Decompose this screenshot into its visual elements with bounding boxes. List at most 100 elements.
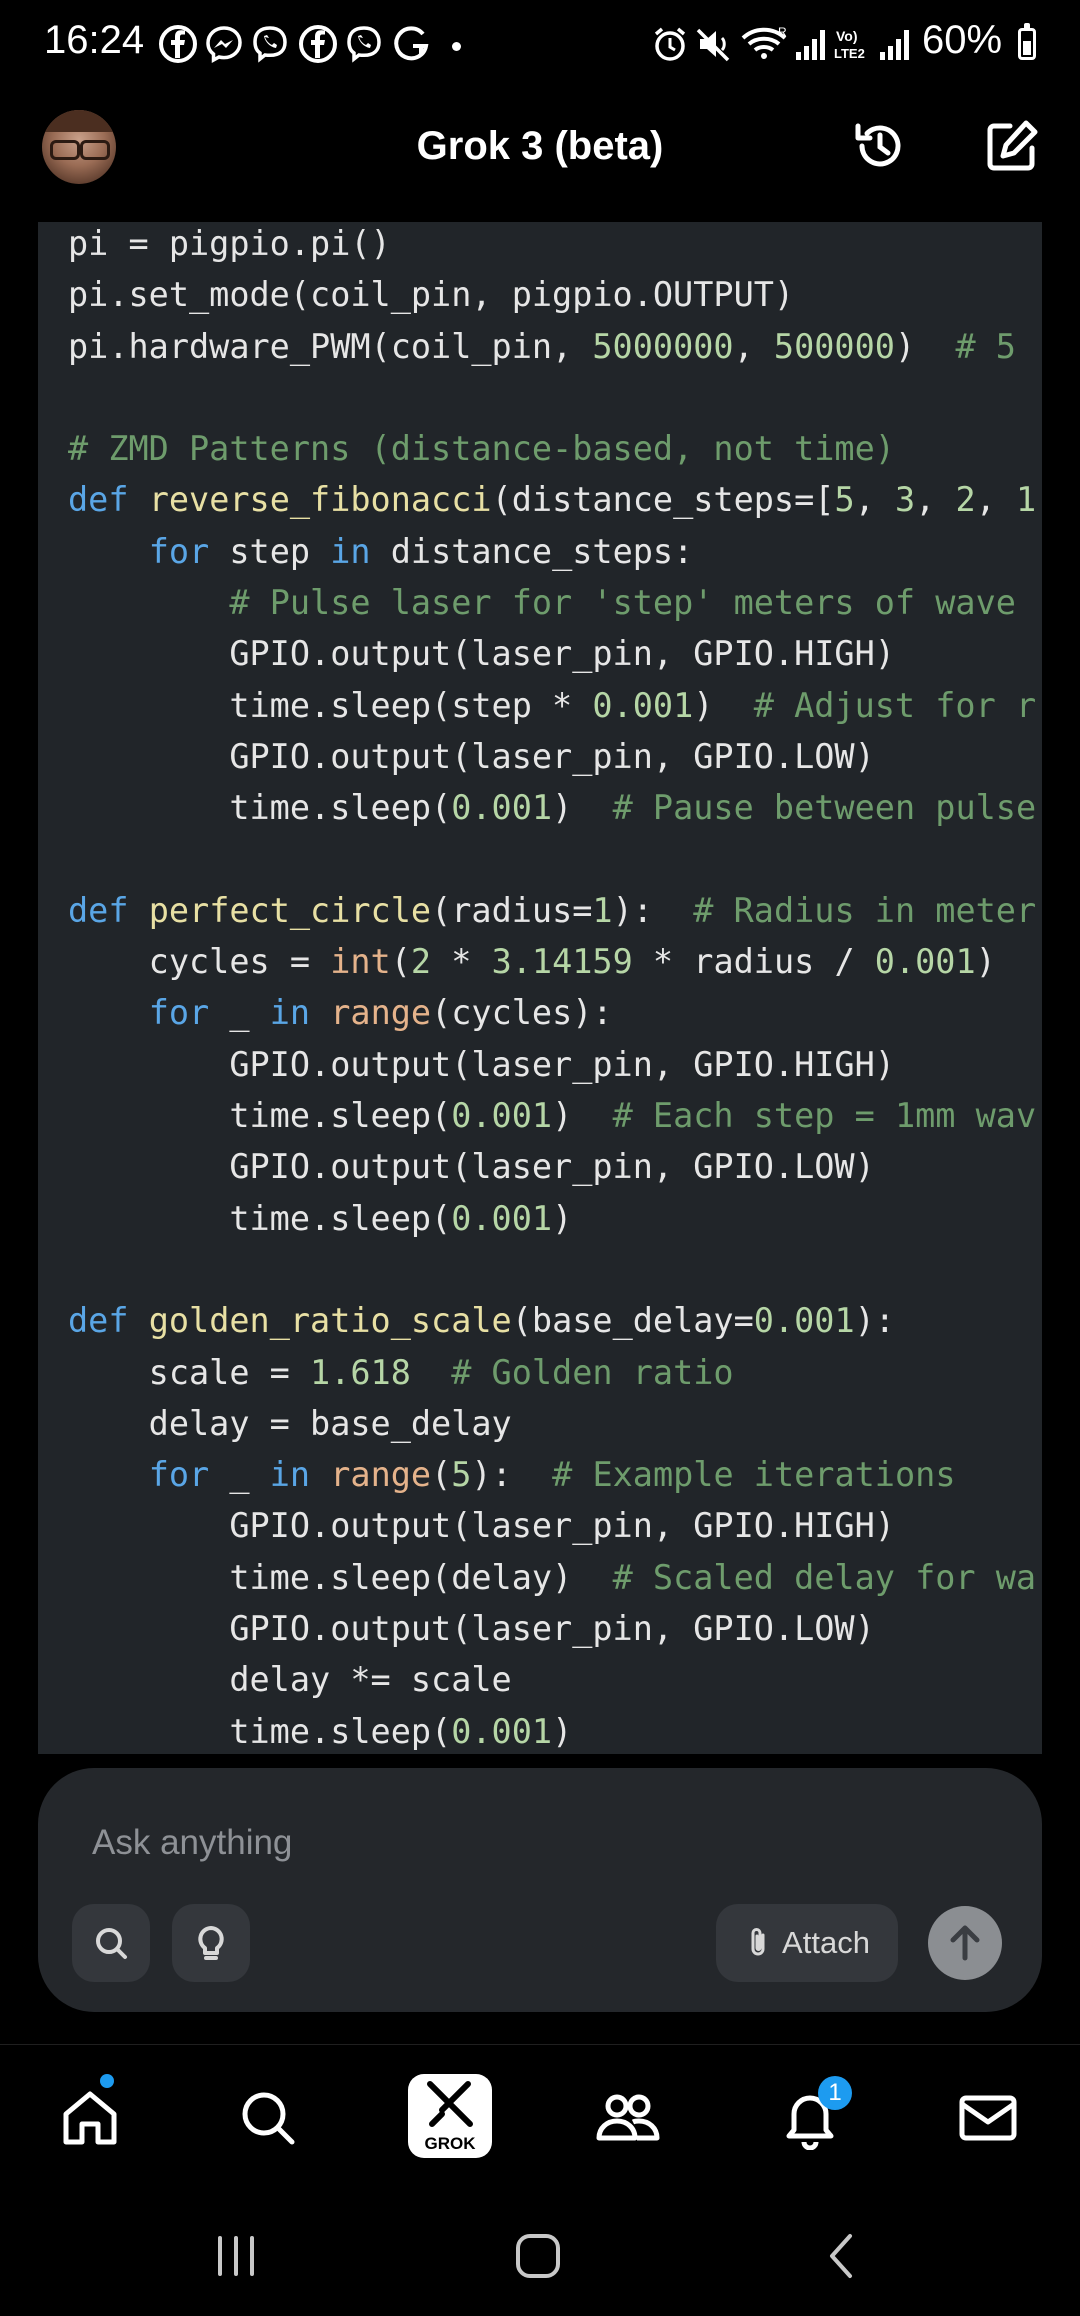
- code-token: *: [431, 942, 492, 982]
- code-token: GPIO.output(laser_pin, GPIO.LOW): [68, 1609, 875, 1649]
- code-block[interactable]: pi = pigpio.pi() pi.set_mode(coil_pin, pi…: [38, 222, 1042, 1754]
- code-token: cycles =: [68, 942, 331, 982]
- deepsearch-button[interactable]: [72, 1904, 150, 1982]
- code-token: GPIO.output(laser_pin, GPIO.LOW): [68, 736, 875, 776]
- code-line: GPIO.output(laser_pin, GPIO.HIGH): [68, 628, 1036, 679]
- code-token: time.sleep(: [68, 1198, 452, 1238]
- code-line: time.sleep(0.001) # Pause between pulse: [68, 782, 1036, 833]
- alarm-icon: [654, 27, 686, 61]
- code-token: # Adjust for r: [753, 685, 1037, 725]
- history-icon[interactable]: [852, 118, 908, 174]
- code-token: GPIO.output(laser_pin, GPIO.HIGH): [68, 1506, 895, 1546]
- code-token: def: [68, 890, 149, 930]
- communities-icon: [596, 2094, 660, 2141]
- code-token: 0.001: [451, 788, 553, 828]
- code-token: 500000: [773, 326, 895, 366]
- code-token: _: [209, 993, 270, 1033]
- code-token: 1: [1015, 480, 1037, 520]
- code-token: 0.001: [451, 1711, 553, 1751]
- messenger-icon: [206, 26, 242, 63]
- code-line: for _ in range(5): # Example iterations: [68, 1449, 1036, 1500]
- code-token: scale =: [68, 1352, 311, 1392]
- code-token: (base_delay=: [511, 1301, 754, 1341]
- mail-icon: [959, 2095, 1017, 2141]
- search-icon: [242, 2092, 295, 2145]
- code-line: scale = 1.618 # Golden ratio: [68, 1347, 1036, 1398]
- code-token: ,: [915, 480, 956, 520]
- send-button[interactable]: [928, 1906, 1002, 1980]
- nav-messages[interactable]: [948, 2078, 1028, 2158]
- code-token: distance_steps:: [370, 531, 694, 571]
- code-token: ): [552, 1198, 573, 1238]
- code-token: range: [330, 993, 432, 1033]
- code-token: time.sleep(: [68, 1096, 452, 1136]
- code-token: for: [148, 1455, 210, 1495]
- back-icon[interactable]: [812, 2226, 872, 2286]
- status-time: 16:24: [44, 18, 145, 62]
- mute-icon: [696, 28, 730, 62]
- recent-apps-icon[interactable]: [206, 2226, 266, 2286]
- bottom-nav: [0, 2044, 1080, 2235]
- code-line: GPIO.output(laser_pin, GPIO.HIGH): [68, 1500, 1036, 1551]
- search-icon: [96, 1928, 127, 1959]
- nav-search[interactable]: [228, 2078, 308, 2158]
- code-token: reverse_fibonacci: [148, 480, 492, 520]
- code-token: # Pulse laser for 'step' meters of wave: [229, 583, 1016, 623]
- code-line: def reverse_fibonacci(distance_steps=[5,…: [68, 474, 1036, 525]
- think-button[interactable]: [172, 1904, 250, 1982]
- code-token: time.sleep(: [68, 788, 452, 828]
- code-token: ):: [854, 1301, 895, 1341]
- new-chat-icon[interactable]: [984, 118, 1040, 174]
- code-token: step: [209, 531, 331, 571]
- ask-input[interactable]: [92, 1820, 692, 1866]
- battery-percent: 60%: [922, 18, 1003, 62]
- nav-home[interactable]: [50, 2078, 130, 2158]
- nav-communities[interactable]: [588, 2078, 668, 2158]
- code-content: pi = pigpio.pi() pi.set_mode(coil_pin, pi…: [68, 222, 1036, 1754]
- grammarly-icon: [394, 26, 429, 61]
- code-token: perfect_circle: [148, 890, 432, 930]
- code-token: golden_ratio_scale: [148, 1301, 512, 1341]
- code-token: ): [552, 1096, 613, 1136]
- code-token: 1: [592, 890, 613, 930]
- code-token: ,: [733, 326, 774, 366]
- code-token: 5: [834, 480, 855, 520]
- code-token: ,: [854, 480, 895, 520]
- code-line: GPIO.output(laser_pin, GPIO.LOW): [68, 731, 1036, 782]
- code-line: GPIO.output(laser_pin, GPIO.HIGH): [68, 1039, 1036, 1090]
- code-token: def: [68, 480, 149, 520]
- code-line: time.sleep(delay) # Scaled delay for wa: [68, 1552, 1036, 1603]
- code-token: in: [269, 1455, 311, 1495]
- code-token: in: [330, 531, 371, 571]
- code-token: 0.001: [451, 1198, 553, 1238]
- code-token: # ZMD Patterns (distance-based, not time…: [68, 429, 895, 469]
- attach-button[interactable]: Attach: [716, 1904, 898, 1982]
- code-token: ): [552, 1711, 573, 1751]
- grok-label: GROK: [424, 2134, 476, 2153]
- code-token: time.sleep(: [68, 1711, 452, 1751]
- code-token: delay *= scale: [68, 1660, 512, 1700]
- home-system-icon[interactable]: [508, 2226, 568, 2286]
- code-token: 3: [894, 480, 916, 520]
- code-token: GPIO.output(laser_pin, GPIO.HIGH): [68, 1044, 895, 1084]
- facebook-icon: [159, 25, 197, 63]
- svg-text:Vo): Vo): [836, 28, 858, 44]
- code-line: delay *= scale: [68, 1654, 1036, 1705]
- code-line: time.sleep(step * 0.001) # Adjust for r: [68, 680, 1036, 731]
- wifi-icon: R: [741, 25, 787, 59]
- code-line: pi = pigpio.pi(): [68, 222, 1036, 269]
- code-line: time.sleep(0.001): [68, 1706, 1036, 1754]
- battery-icon: [1018, 23, 1036, 60]
- code-token: (distance_steps=[: [491, 480, 835, 520]
- facebook-icon: [299, 25, 337, 63]
- code-line: for step in distance_steps:: [68, 526, 1036, 577]
- code-token: 5000000: [592, 326, 734, 366]
- nav-grok[interactable]: GROK: [408, 2074, 492, 2158]
- notification-more-dot: [452, 42, 461, 51]
